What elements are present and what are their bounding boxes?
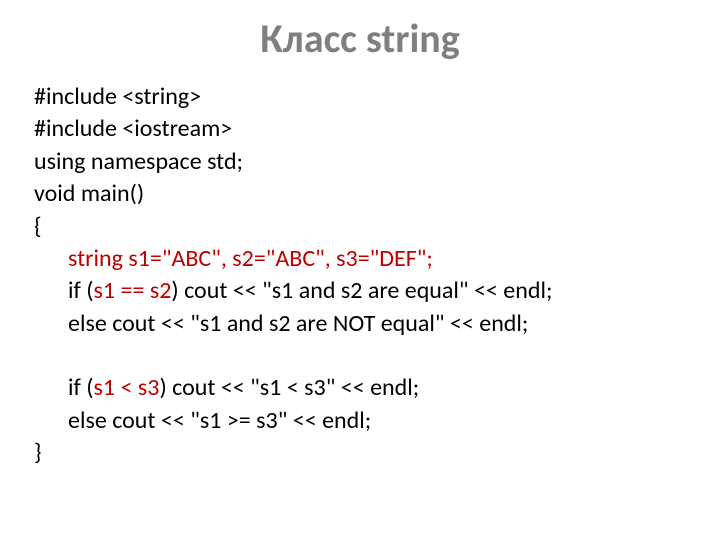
code-line: string s1="ABC", s2="ABC", s3="DEF"; [34, 243, 686, 275]
code-line: if (s1 < s3) cout << "s1 < s3" << endl; [34, 372, 686, 404]
code-line: else cout << "s1 >= s3" << endl; [34, 405, 686, 437]
slide-title: Класс string [0, 14, 720, 63]
code-line: { [34, 211, 686, 243]
code-highlight: string s1="ABC", s2="ABC", s3="DEF"; [68, 244, 433, 273]
code-text: if ( [68, 276, 94, 305]
code-line: } [34, 437, 686, 469]
code-line: else cout << "s1 and s2 are NOT equal" <… [34, 308, 686, 340]
code-line: if (s1 == s2) cout << "s1 and s2 are equ… [34, 275, 686, 307]
code-highlight: s1 == s2 [94, 276, 172, 305]
code-text: if ( [68, 373, 94, 402]
blank-line [34, 340, 686, 372]
code-line: using namespace std; [34, 146, 686, 178]
code-text: ) cout << "s1 and s2 are equal" << endl; [171, 276, 552, 305]
slide: Класс string #include <string> #include … [0, 14, 720, 540]
code-line: #include <string> [34, 81, 686, 113]
code-text: ) cout << "s1 < s3" << endl; [159, 373, 419, 402]
code-block: #include <string> #include <iostream> us… [0, 81, 720, 469]
code-highlight: s1 < s3 [94, 373, 160, 402]
code-line: void main() [34, 178, 686, 210]
code-line: #include <iostream> [34, 113, 686, 145]
